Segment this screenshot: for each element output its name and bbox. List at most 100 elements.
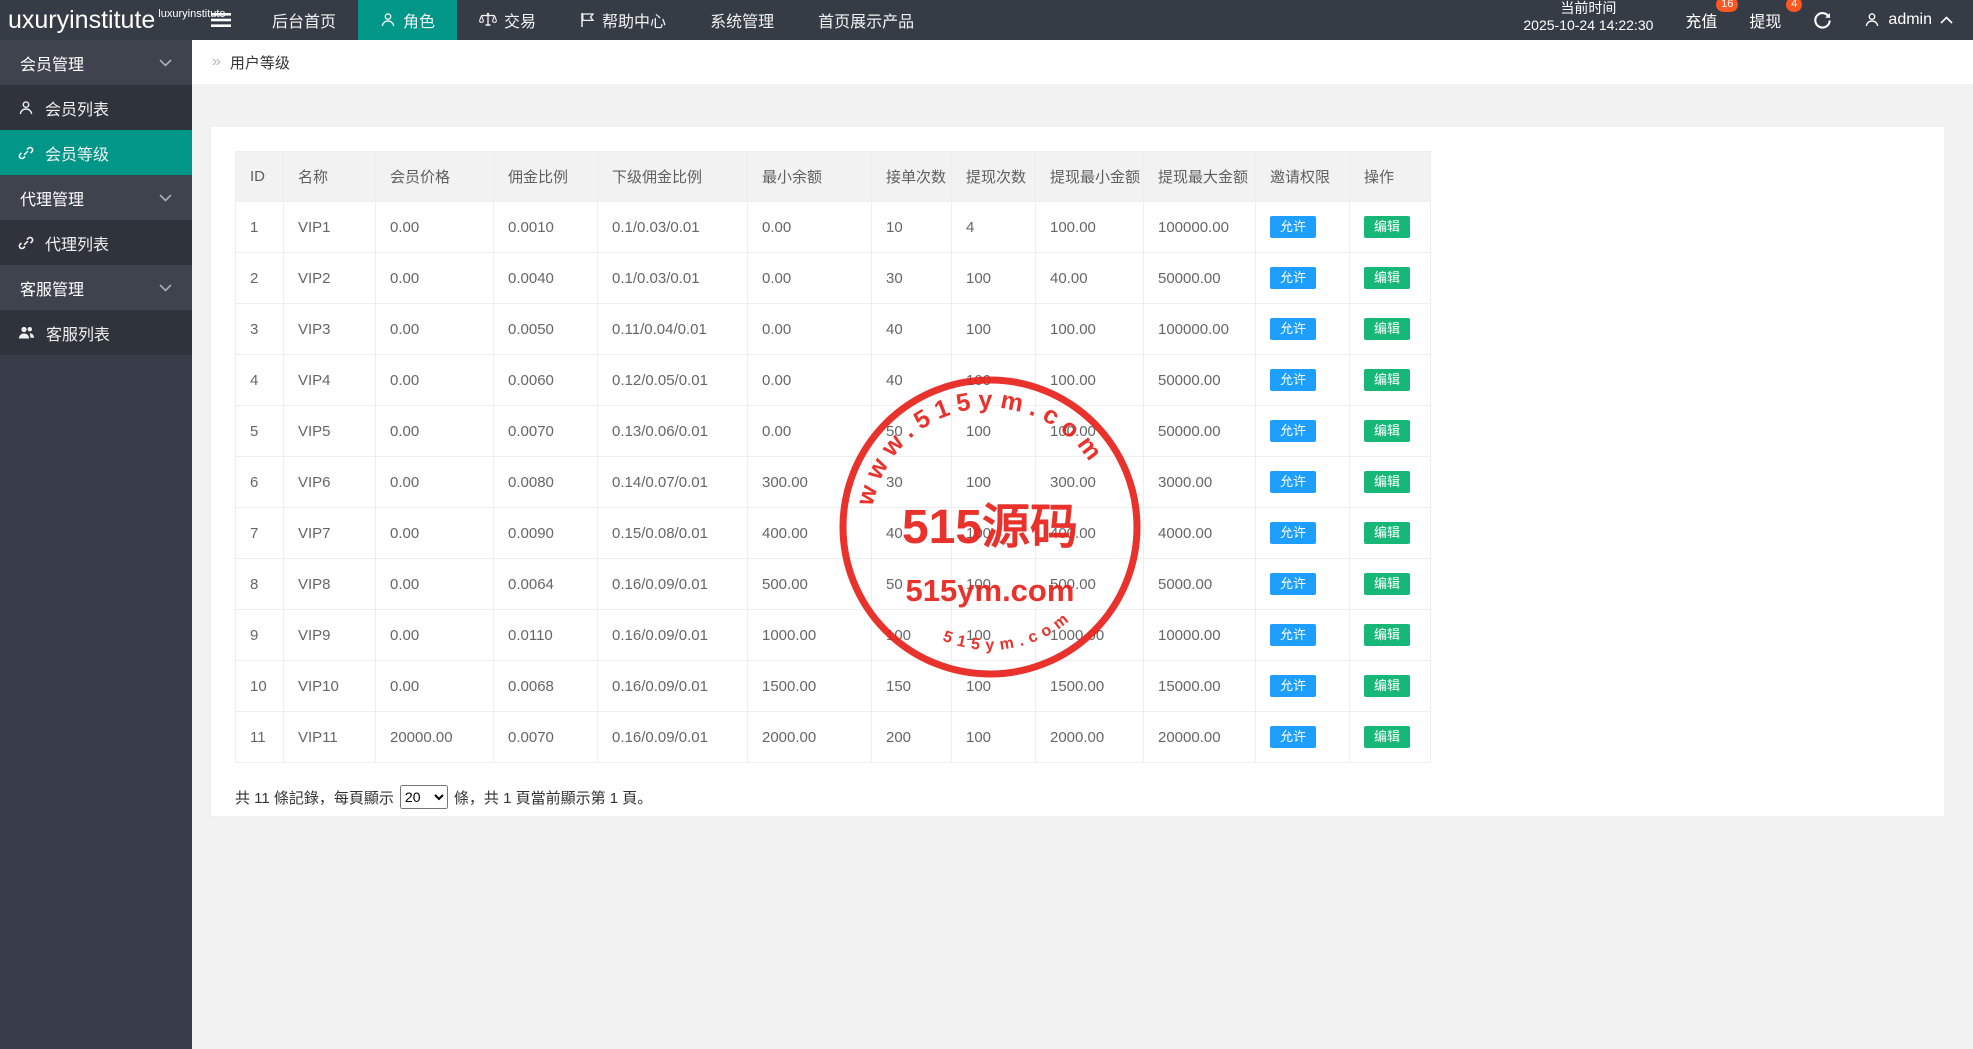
top-nav: 后台首页 角色 交易 帮助中心 系统管理 首页展示产品 xyxy=(250,0,936,40)
recharge-link[interactable]: 充值 16 xyxy=(1685,8,1717,32)
sidebar-group[interactable]: 客服管理 xyxy=(0,265,192,310)
allow-button[interactable]: 允许 xyxy=(1270,420,1316,442)
invite-permission-cell: 允许 xyxy=(1256,712,1350,763)
edit-button[interactable]: 编辑 xyxy=(1364,369,1410,391)
column-header: 邀请权限 xyxy=(1256,152,1350,202)
table-cell: 0.14/0.07/0.01 xyxy=(598,457,748,508)
table-cell: 100.00 xyxy=(1036,304,1144,355)
table-cell: 0.00 xyxy=(376,406,494,457)
edit-button[interactable]: 编辑 xyxy=(1364,573,1410,595)
withdraw-link[interactable]: 提现 4 xyxy=(1749,8,1781,32)
edit-button[interactable]: 编辑 xyxy=(1364,624,1410,646)
edit-button[interactable]: 编辑 xyxy=(1364,267,1410,289)
table-cell: 0.0050 xyxy=(494,304,598,355)
sidebar-item[interactable]: 客服列表 xyxy=(0,310,192,355)
table-cell: 0.0090 xyxy=(494,508,598,559)
sidebar-item[interactable]: 会员等级 xyxy=(0,130,192,175)
allow-button[interactable]: 允许 xyxy=(1270,522,1316,544)
column-header: 下级佣金比例 xyxy=(598,152,748,202)
operation-cell: 编辑 xyxy=(1350,610,1431,661)
sidebar-item[interactable]: 会员列表 xyxy=(0,85,192,130)
nav-item[interactable]: 系统管理 xyxy=(688,0,796,40)
nav-item[interactable]: 首页展示产品 xyxy=(796,0,936,40)
table-cell: 0.0064 xyxy=(494,559,598,610)
table-cell: 20000.00 xyxy=(1144,712,1256,763)
table-cell: 7 xyxy=(236,508,284,559)
admin-menu[interactable]: admin xyxy=(1864,11,1953,29)
table-cell: 50000.00 xyxy=(1144,355,1256,406)
edit-button[interactable]: 编辑 xyxy=(1364,471,1410,493)
hamburger-icon[interactable] xyxy=(192,0,250,40)
allow-button[interactable]: 允许 xyxy=(1270,216,1316,238)
table-cell: 8 xyxy=(236,559,284,610)
edit-button[interactable]: 编辑 xyxy=(1364,522,1410,544)
table-cell: 300.00 xyxy=(748,457,872,508)
sidebar-group-label: 代理管理 xyxy=(20,186,84,210)
allow-button[interactable]: 允许 xyxy=(1270,471,1316,493)
table-cell: 0.00 xyxy=(376,253,494,304)
table-cell: 50000.00 xyxy=(1144,406,1256,457)
invite-permission-cell: 允许 xyxy=(1256,406,1350,457)
nav-item[interactable]: 角色 xyxy=(358,0,457,40)
table-cell: 0.0068 xyxy=(494,661,598,712)
table-cell: 0.0040 xyxy=(494,253,598,304)
allow-button[interactable]: 允许 xyxy=(1270,573,1316,595)
table-row: 4VIP40.000.00600.12/0.05/0.010.004010010… xyxy=(236,355,1431,406)
edit-button[interactable]: 编辑 xyxy=(1364,420,1410,442)
table-cell: 2000.00 xyxy=(1036,712,1144,763)
operation-cell: 编辑 xyxy=(1350,406,1431,457)
invite-permission-cell: 允许 xyxy=(1256,253,1350,304)
table-cell: 100000.00 xyxy=(1144,304,1256,355)
nav-item-label: 帮助中心 xyxy=(602,8,666,32)
nav-item-label: 角色 xyxy=(403,8,435,32)
table-cell: 1500.00 xyxy=(748,661,872,712)
table-cell: 10 xyxy=(236,661,284,712)
table-cell: 100 xyxy=(952,712,1036,763)
allow-button[interactable]: 允许 xyxy=(1270,675,1316,697)
sidebar-group[interactable]: 代理管理 xyxy=(0,175,192,220)
users-icon xyxy=(18,325,35,340)
nav-item-label: 系统管理 xyxy=(710,8,774,32)
refresh-icon[interactable] xyxy=(1813,11,1832,30)
table-cell: 10 xyxy=(872,202,952,253)
allow-button[interactable]: 允许 xyxy=(1270,726,1316,748)
nav-item[interactable]: 后台首页 xyxy=(250,0,358,40)
allow-button[interactable]: 允许 xyxy=(1270,369,1316,391)
table-cell: 10000.00 xyxy=(1144,610,1256,661)
table-row: 6VIP60.000.00800.14/0.07/0.01300.0030100… xyxy=(236,457,1431,508)
pagination-text-after: 條，共 1 頁當前顯示第 1 頁。 xyxy=(454,787,652,808)
column-header: 接单次数 xyxy=(872,152,952,202)
current-time: 当前时间 2025-10-24 14:22:30 xyxy=(1523,0,1653,34)
chevron-down-icon xyxy=(159,194,172,202)
allow-button[interactable]: 允许 xyxy=(1270,267,1316,289)
edit-button[interactable]: 编辑 xyxy=(1364,318,1410,340)
table-cell: 100.00 xyxy=(1036,406,1144,457)
operation-cell: 编辑 xyxy=(1350,202,1431,253)
invite-permission-cell: 允许 xyxy=(1256,457,1350,508)
edit-button[interactable]: 编辑 xyxy=(1364,675,1410,697)
page-size-select[interactable]: 20 xyxy=(400,785,448,809)
table-row: 1VIP10.000.00100.1/0.03/0.010.00104100.0… xyxy=(236,202,1431,253)
sidebar-group[interactable]: 会员管理 xyxy=(0,40,192,85)
table-row: 2VIP20.000.00400.1/0.03/0.010.003010040.… xyxy=(236,253,1431,304)
table-row: 11VIP1120000.000.00700.16/0.09/0.012000.… xyxy=(236,712,1431,763)
table-cell: VIP9 xyxy=(284,610,376,661)
allow-button[interactable]: 允许 xyxy=(1270,318,1316,340)
edit-button[interactable]: 编辑 xyxy=(1364,216,1410,238)
nav-item-label: 交易 xyxy=(504,8,536,32)
column-header: ID xyxy=(236,152,284,202)
nav-item[interactable]: 交易 xyxy=(457,0,558,40)
edit-button[interactable]: 编辑 xyxy=(1364,726,1410,748)
nav-item-label: 首页展示产品 xyxy=(818,8,914,32)
column-header: 最小余额 xyxy=(748,152,872,202)
table-row: 5VIP50.000.00700.13/0.06/0.010.005010010… xyxy=(236,406,1431,457)
sidebar-item[interactable]: 代理列表 xyxy=(0,220,192,265)
table-cell: 300.00 xyxy=(1036,457,1144,508)
table-cell: 50 xyxy=(872,559,952,610)
table-cell: 0.00 xyxy=(376,508,494,559)
recharge-label: 充值 xyxy=(1685,14,1717,31)
table-cell: 100 xyxy=(952,610,1036,661)
nav-item[interactable]: 帮助中心 xyxy=(558,0,688,40)
table-cell: 4000.00 xyxy=(1144,508,1256,559)
allow-button[interactable]: 允许 xyxy=(1270,624,1316,646)
